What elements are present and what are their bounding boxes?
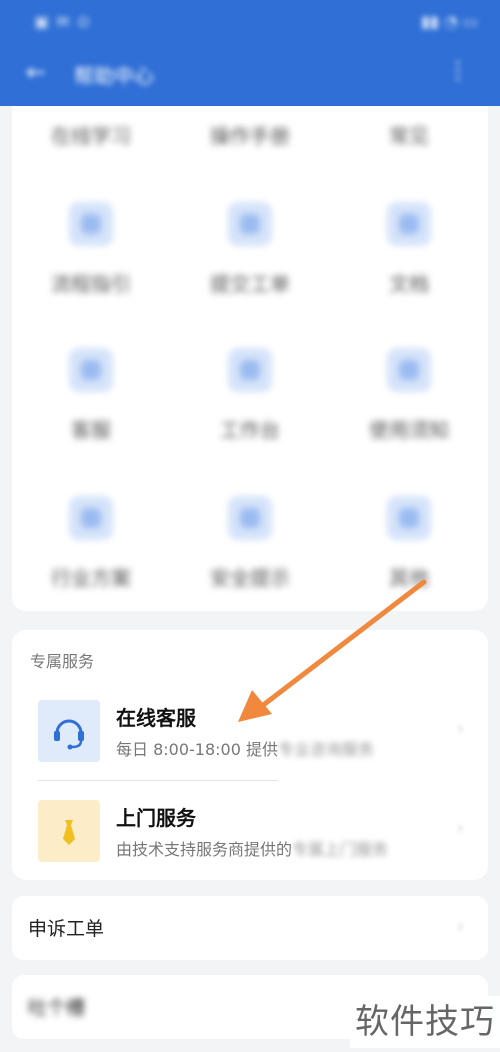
grid-item-label: 行业方案 <box>51 566 131 590</box>
grid-item-label: 文档 <box>389 272 429 296</box>
page-title: 帮助中心 <box>74 64 154 88</box>
grid-item-label[interactable]: 常见 <box>330 116 488 149</box>
category-icon <box>228 496 272 540</box>
grid-item[interactable]: 流程指引 <box>12 202 170 297</box>
grid-item-label: 安全提示 <box>210 566 290 590</box>
chevron-right-icon: › <box>456 718 464 739</box>
tie-icon <box>38 800 100 862</box>
divider <box>38 780 278 781</box>
grid-item[interactable]: 工作台 <box>171 348 329 443</box>
grid-item-label[interactable]: 操作手册 <box>171 116 329 149</box>
screen: ▣ ✉ ⊙ ▮▮ ◔ ▭ ← 帮助中心 ⋮ 在线学习 操作手册 常见 流程指引 … <box>0 0 500 1052</box>
headset-icon <box>38 700 100 762</box>
grid-item-label: 工作台 <box>220 418 280 442</box>
onsite-service-title: 上门服务 <box>116 806 196 830</box>
grid-item-label: 其他 <box>389 566 429 590</box>
grid-item[interactable]: 行业方案 <box>12 496 170 591</box>
grid-top-row: 在线学习 操作手册 常见 <box>12 116 488 156</box>
status-bar: ▣ ✉ ⊙ ▮▮ ◔ ▭ <box>0 0 500 42</box>
feedback-label: 吐个槽 <box>28 997 86 1019</box>
category-icon <box>387 202 431 246</box>
exclusive-services-card: 专属服务 在线客服 每日 8:00-18:00 提供专业咨询服务 › 上门服务 … <box>12 630 488 880</box>
grid-item-label: 客服 <box>71 418 111 442</box>
category-icon <box>387 496 431 540</box>
category-icon <box>69 496 113 540</box>
appeal-ticket-label: 申诉工单 <box>28 918 105 940</box>
grid-item[interactable]: 文档 <box>330 202 488 297</box>
grid-item[interactable]: 其他 <box>330 496 488 591</box>
category-icon <box>228 202 272 246</box>
grid-item[interactable]: 客服 <box>12 348 170 443</box>
status-icons-right: ▮▮ ◔ ▭ <box>421 12 478 31</box>
grid-item[interactable]: 安全提示 <box>171 496 329 591</box>
onsite-service-desc: 由技术支持服务商提供的专属上门服务 <box>116 840 389 859</box>
category-icon <box>228 348 272 392</box>
status-icons-left: ▣ ✉ ⊙ <box>34 12 92 31</box>
title-bar: ← 帮助中心 ⋮ <box>0 48 500 100</box>
online-support-title: 在线客服 <box>116 706 196 730</box>
chevron-right-icon: › <box>456 818 464 839</box>
app-header: ▣ ✉ ⊙ ▮▮ ◔ ▭ ← 帮助中心 ⋮ <box>0 0 500 106</box>
appeal-ticket-row[interactable]: 申诉工单 › <box>12 896 488 960</box>
category-icon <box>69 348 113 392</box>
more-options-icon[interactable]: ⋮ <box>446 56 470 84</box>
grid-item-label: 提交工单 <box>210 272 290 296</box>
online-support-item[interactable]: 在线客服 每日 8:00-18:00 提供专业咨询服务 › <box>12 700 488 786</box>
grid-item-label: 使用须知 <box>369 418 449 442</box>
help-categories-card: 在线学习 操作手册 常见 流程指引 提交工单 文档 客服 工作台 使用须知 行业… <box>12 106 488 611</box>
chevron-right-icon: › <box>456 916 464 937</box>
grid-item[interactable]: 提交工单 <box>171 202 329 297</box>
grid-item-label[interactable]: 在线学习 <box>12 116 170 149</box>
grid-item-label: 流程指引 <box>51 272 131 296</box>
online-support-desc: 每日 8:00-18:00 提供专业咨询服务 <box>116 740 375 759</box>
back-arrow-icon[interactable]: ← <box>26 58 46 86</box>
watermark-text: 软件技巧 <box>350 996 500 1048</box>
section-title: 专属服务 <box>30 652 95 671</box>
category-icon <box>69 202 113 246</box>
grid-item[interactable]: 使用须知 <box>330 348 488 443</box>
category-icon <box>387 348 431 392</box>
onsite-service-item[interactable]: 上门服务 由技术支持服务商提供的专属上门服务 › <box>12 800 488 886</box>
